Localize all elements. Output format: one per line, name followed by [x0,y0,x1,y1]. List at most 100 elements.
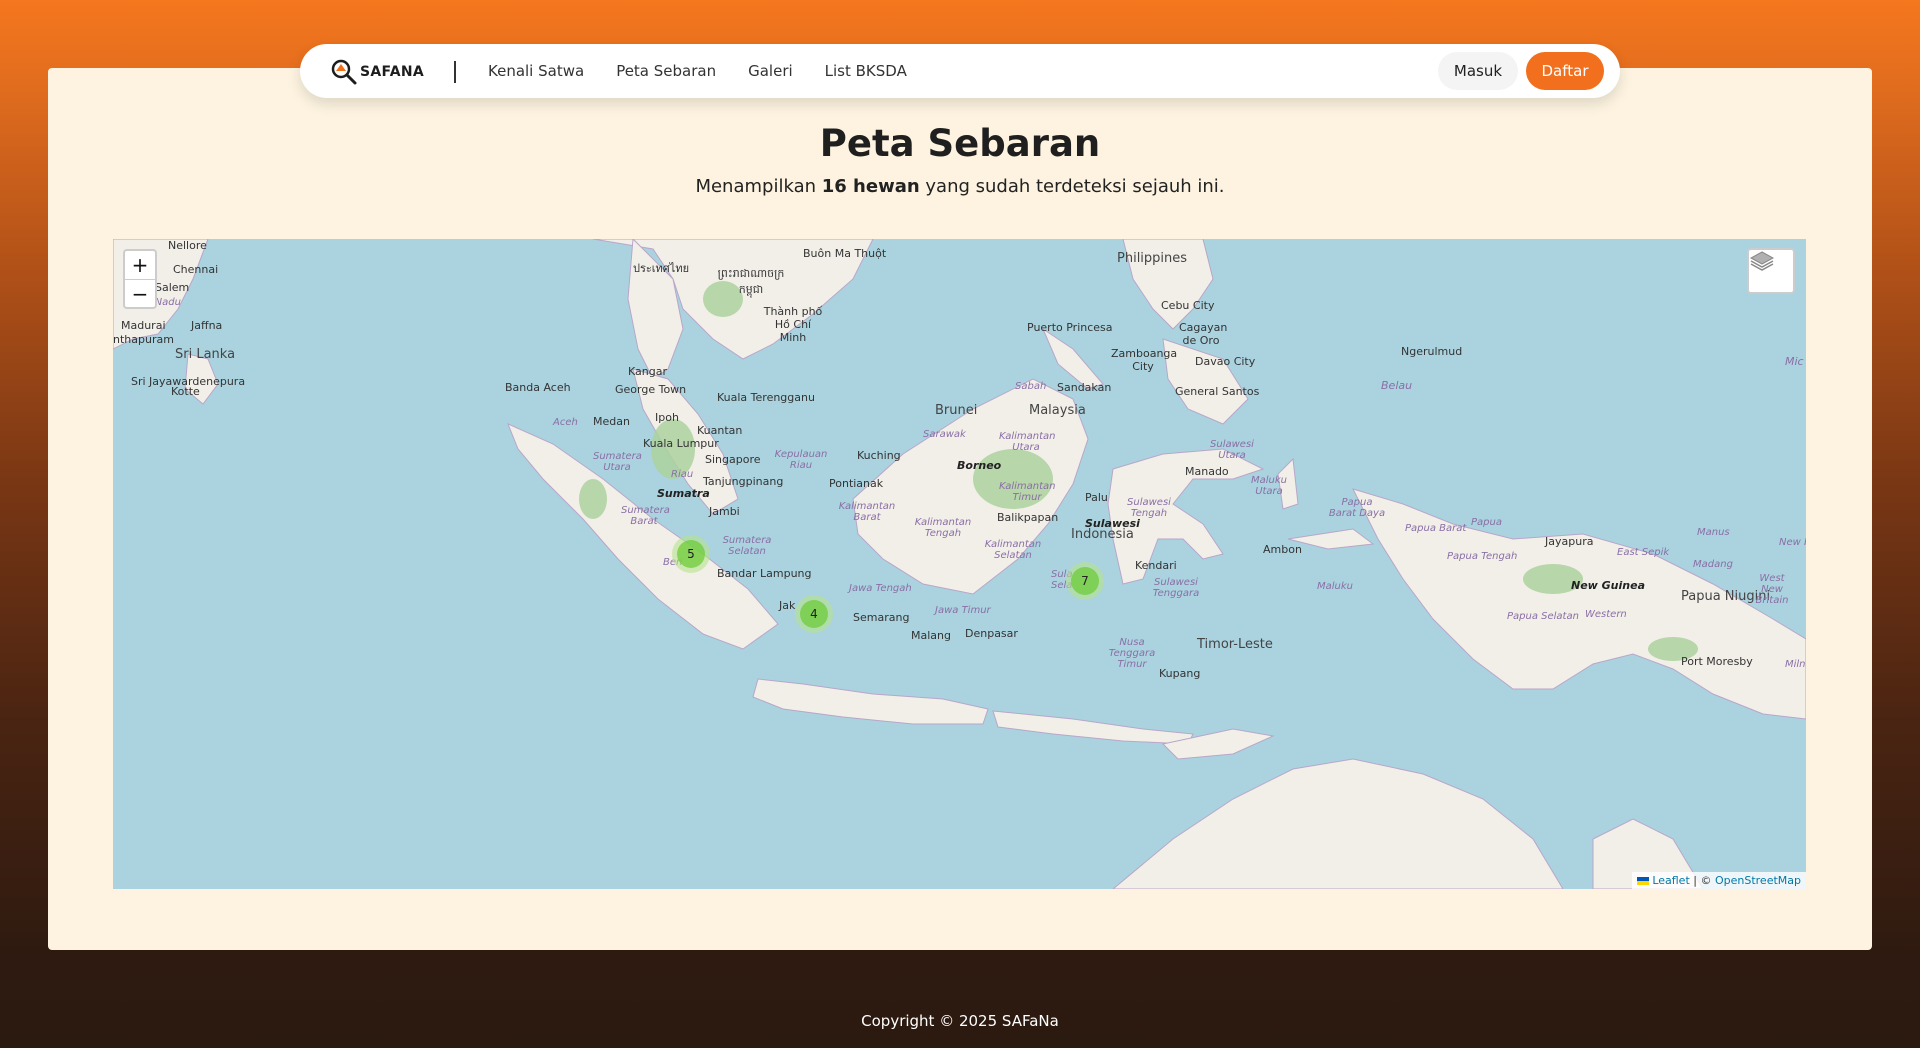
map-label-palu: Palu [1085,491,1108,504]
map-label-milne: Miln [1785,659,1806,670]
map-label-kotte: Kotte [171,385,200,398]
nav-link-peta-sebaran[interactable]: Peta Sebaran [616,62,716,80]
map-attribution: Leaflet | © OpenStreetMap [1631,872,1806,889]
zoom-out-button[interactable]: − [125,280,155,308]
ukraine-flag-icon [1636,877,1649,885]
map-label-cebu: Cebu City [1161,299,1215,312]
map-label-cagayan: Cagayan de Oro [1179,321,1228,347]
map-label-kuala-terengganu: Kuala Terengganu [717,391,815,404]
map-label-jambi: Jambi [709,505,740,518]
map-label-ngerulmud: Ngerulmud [1401,345,1463,358]
nav-separator [454,61,456,83]
map-label-belau: Belau [1381,379,1413,392]
map-label-davao: Davao City [1195,355,1256,368]
map-label-papua-barat-daya: Papua Barat Daya [1328,497,1386,519]
map-label-kalimantan-utara: Kalimantan Utara [999,431,1056,453]
nav-links: Kenali Satwa Peta Sebaran Galeri List BK… [488,44,907,98]
map-label-kuching: Kuching [857,449,901,462]
map-label-papua-selatan: Papua Selatan [1507,611,1579,622]
map-label-tanjungpinang: Tanjungpinang [703,475,784,488]
map-label-kuala-lumpur: Kuala Lumpur [643,437,719,450]
map-label-buon-ma-thuot: Buôn Ma Thuột [803,247,887,260]
map-label-kalimantan-tengah: Kalimantan Tengah [914,517,972,539]
map-label-sarawak: Sarawak [923,429,966,440]
map-label-riau: Riau [671,469,694,480]
map-label-mic: Mic [1785,355,1804,368]
map-label-thailand: ประเทศไทย [633,262,690,275]
map-label-madang: Madang [1693,559,1733,570]
cluster-count: 4 [800,600,828,628]
map-label-sandakan: Sandakan [1057,381,1112,394]
leaflet-link[interactable]: Leaflet [1652,874,1689,887]
map-label-timor-leste: Timor-Leste [1197,637,1273,652]
map-label-puerto-princesa: Puerto Princesa [1027,321,1113,334]
map-label-madurai: Madurai [121,319,166,332]
map-label-kalimantan-timur: Kalimantan Timur [999,481,1056,503]
map-label-hcm: Thành phố Hồ Chí Minh [763,305,823,344]
logo[interactable]: SAFANA [330,58,424,86]
map-label-chennai: Chennai [173,263,219,276]
map-label-brunei: Brunei [935,403,978,418]
map-cluster-java[interactable]: 4 [795,595,833,633]
map-label-sumatra: Sumatra [657,487,710,500]
map-label-philippines: Philippines [1117,251,1188,266]
map-label-papua: Papua [1471,517,1502,528]
map-label-maluku: Maluku [1317,581,1354,592]
map-label-medan: Medan [593,415,630,428]
zoom-in-button[interactable]: + [125,251,155,280]
map-label-zamboanga: Zamboanga City [1111,347,1178,373]
navbar: SAFANA Kenali Satwa Peta Sebaran Galeri … [300,44,1620,98]
map-label-cambodia: ព្រះរាជាណាចក្រ កម្ពុជា [717,267,785,296]
map-label-anthapuram: nthapuram [113,333,174,346]
login-button[interactable]: Masuk [1438,52,1518,90]
map-label-semarang: Semarang [853,611,910,624]
map-label-kangar: Kangar [628,365,667,378]
nav-link-kenali-satwa[interactable]: Kenali Satwa [488,62,584,80]
osm-link[interactable]: OpenStreetMap [1715,874,1801,887]
map-label-balikpapan: Balikpapan [997,511,1059,524]
map-label-new-ireland: New I [1779,537,1806,548]
layers-icon [1749,251,1775,271]
map-label-manus: Manus [1697,527,1730,538]
subtitle-suffix: yang sudah terdeteksi sejauh ini. [919,176,1225,197]
map-cluster-sumatra[interactable]: 5 [672,535,710,573]
map-label-banda-aceh: Banda Aceh [505,381,571,394]
map-label-kendari: Kendari [1135,559,1177,572]
animal-count: 16 hewan [821,176,920,197]
map-label-sri-lanka: Sri Lanka [175,347,236,362]
page-title: Peta Sebaran [819,122,1101,165]
nav-link-galeri[interactable]: Galeri [748,62,793,80]
map-label-port-moresby: Port Moresby [1681,655,1753,668]
map-label-sabah: Sabah [1015,381,1047,392]
map-label-sumatera-utara: Sumatera Utara [593,451,642,473]
map-label-kalimantan-barat: Kalimantan Barat [838,501,896,523]
map-label-indonesia: Indonesia [1071,527,1134,542]
map-label-pontianak: Pontianak [829,477,884,490]
distribution-map[interactable]: Nellore Chennai Salem Tamil Nadu Madurai… [113,239,1806,889]
map-label-kalimantan-selatan: Kalimantan Selatan [984,539,1042,561]
map-label-general-santos: General Santos [1175,385,1260,398]
map-cluster-sulawesi[interactable]: 7 [1066,562,1104,600]
map-label-bandar-lampung: Bandar Lampung [717,567,812,580]
layers-button[interactable] [1747,248,1795,294]
map-label-jayapura: Jayapura [1545,535,1594,548]
zoom-control: + − [123,249,157,309]
subtitle-prefix: Menampilkan [695,176,822,197]
cluster-count: 5 [677,540,705,568]
map-label-nellore: Nellore [168,239,207,252]
map-label-malaysia: Malaysia [1029,403,1086,418]
map-label-new-guinea: New Guinea [1571,579,1646,592]
magnifier-logo-icon [331,59,357,85]
map-label-jaffna: Jaffna [191,319,223,332]
map-label-salem: Salem [155,281,190,294]
map-label-sulawesi-tenggara: Sulawesi Tenggara [1152,577,1200,599]
register-button[interactable]: Daftar [1526,52,1604,90]
map-label-sulawesi-tengah: Sulawesi Tengah [1127,497,1171,519]
map-label-jawa-timur: Jawa Timur [935,605,991,616]
nav-link-list-bksda[interactable]: List BKSDA [825,62,907,80]
map-label-papua-tengah: Papua Tengah [1447,551,1518,562]
map-label-ntt: Nusa Tenggara Timur [1108,637,1156,670]
map-label-george-town: George Town [615,383,687,396]
map-label-ipoh: Ipoh [655,411,679,424]
map-label-maluku-utara: Maluku Utara [1250,475,1287,497]
